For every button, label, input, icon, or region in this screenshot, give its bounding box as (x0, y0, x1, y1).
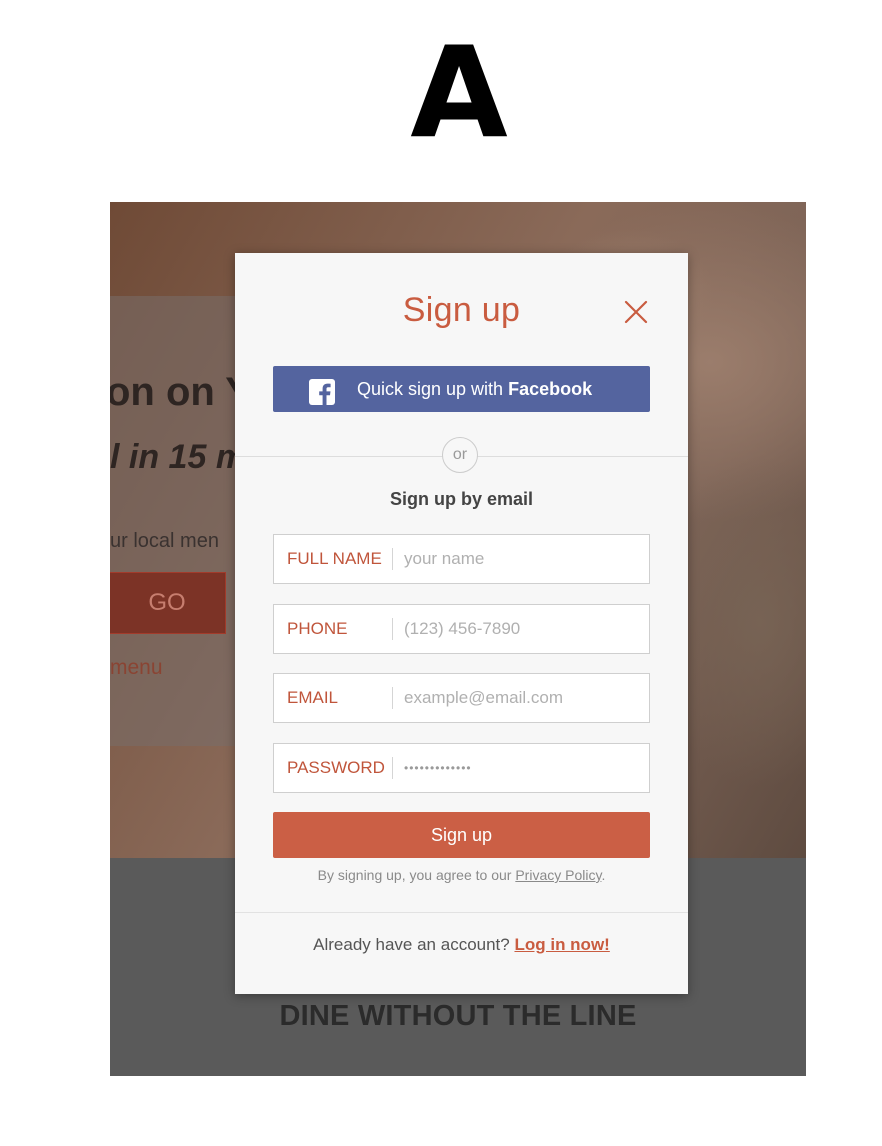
full-name-input[interactable] (404, 535, 644, 583)
login-link[interactable]: Log in now! (514, 935, 609, 954)
login-prompt: Already have an account? Log in now! (313, 935, 610, 954)
field-separator (392, 687, 393, 709)
email-field[interactable]: EMAIL (273, 673, 650, 723)
go-button[interactable]: GO (110, 572, 226, 634)
phone-field[interactable]: PHONE (273, 604, 650, 654)
hero-headline: on on Y (110, 370, 252, 414)
close-icon[interactable] (621, 297, 651, 327)
field-separator (392, 757, 393, 779)
signup-modal: Sign up Quick sign up with Facebook or S… (235, 253, 688, 994)
figure-label: A (410, 19, 508, 166)
signup-button[interactable]: Sign up (273, 812, 650, 858)
hero-hint: ur local men (110, 530, 219, 552)
full-name-field[interactable]: FULL NAME (273, 534, 650, 584)
or-divider: or (442, 437, 478, 473)
password-label: PASSWORD (287, 758, 385, 777)
email-input[interactable] (404, 674, 644, 722)
full-name-label: FULL NAME (287, 549, 382, 568)
terms-notice: By signing up, you agree to our Privacy … (317, 867, 606, 883)
facebook-icon (309, 376, 335, 405)
privacy-policy-link[interactable]: Privacy Policy (515, 867, 601, 883)
email-label: EMAIL (287, 688, 339, 707)
email-signup-heading: Sign up by email (389, 489, 534, 509)
field-separator (392, 548, 393, 570)
divider (235, 912, 688, 913)
facebook-signup-button[interactable]: Quick sign up with Facebook (273, 366, 650, 412)
phone-input[interactable] (404, 605, 644, 653)
section-title: DINE WITHOUT THE LINE (279, 1000, 637, 1032)
hero-subline: l in 15 m (110, 438, 247, 476)
facebook-button-label: Quick sign up with Facebook (357, 379, 593, 399)
menu-link[interactable]: menu (110, 656, 163, 680)
password-field[interactable]: PASSWORD (273, 743, 650, 793)
phone-label: PHONE (287, 619, 348, 638)
field-separator (392, 618, 393, 640)
password-input[interactable] (404, 744, 644, 792)
